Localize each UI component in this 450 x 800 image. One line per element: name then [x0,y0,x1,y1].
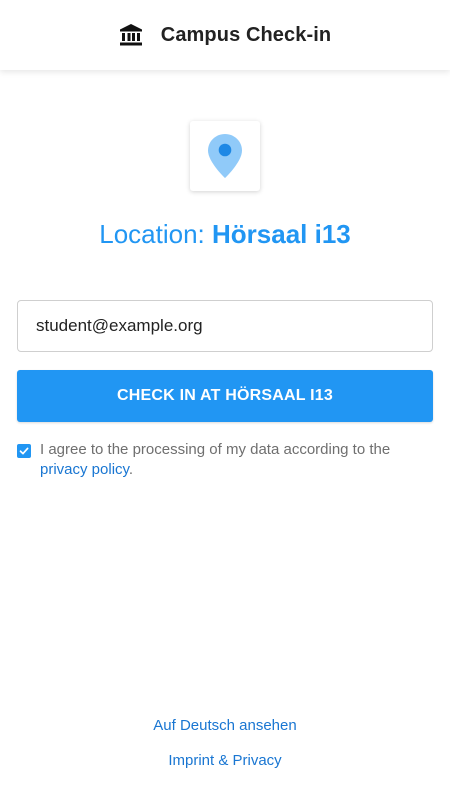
location-name: Hörsaal i13 [212,219,351,249]
map-pin-icon [207,133,243,179]
consent-end: . [128,461,134,478]
location-heading: Location: Hörsaal i13 [0,214,450,254]
location-card [190,121,260,191]
consent-label: I agree to the processing of my data acc… [40,441,391,458]
check-in-button[interactable]: CHECK IN AT HÖRSAAL I13 [17,370,433,422]
consent-row: I agree to the processing of my data acc… [17,440,433,480]
location-prefix: Location: [99,219,212,249]
app-header: Campus Check-in [0,0,450,70]
email-field[interactable] [17,300,433,352]
consent-text: I agree to the processing of my data acc… [40,440,433,480]
bank-icon [119,23,143,47]
privacy-policy-link[interactable]: privacy policy [40,461,129,478]
app-root: Campus Check-in Location: Hörsaal i13 CH… [0,0,450,800]
german-language-link[interactable]: Auf Deutsch ansehen [0,717,450,734]
checkmark-icon [19,447,29,455]
imprint-privacy-link[interactable]: Imprint & Privacy [0,752,450,769]
app-title: Campus Check-in [160,23,332,46]
consent-checkbox[interactable] [17,444,31,458]
